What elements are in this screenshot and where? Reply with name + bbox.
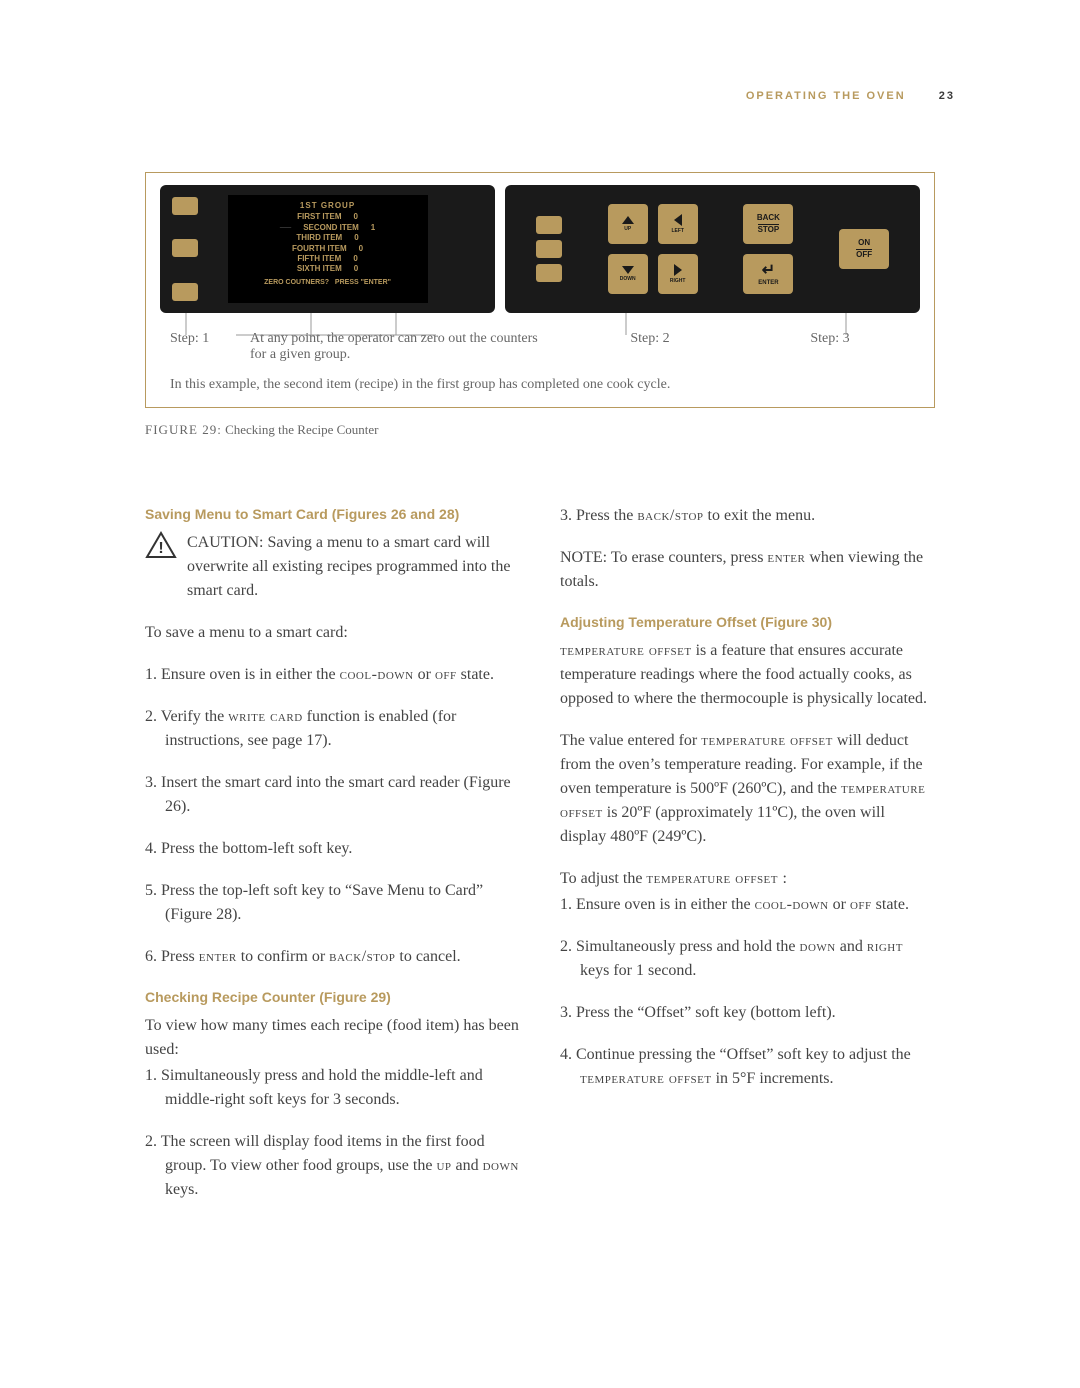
caution-text: CAUTION: Saving a menu to a smart card w… xyxy=(187,531,520,603)
step-labels-row: Step: 1 At any point, the operator can z… xyxy=(160,331,920,363)
caution-icon: ! xyxy=(145,531,177,559)
offset-para-1: temperature offset is a feature that ens… xyxy=(560,639,935,711)
running-header: OPERATING THE OVEN 23 xyxy=(746,90,955,102)
counter-step-1: 1. Simultaneously press and hold the mid… xyxy=(145,1064,520,1112)
softkey-middle-left[interactable] xyxy=(172,239,198,257)
save-step-3: 3. Insert the smart card into the smart … xyxy=(145,771,520,819)
softkey-middle-right[interactable] xyxy=(536,240,562,258)
save-step-6: 6. Press enter to confirm or back/stop t… xyxy=(145,945,520,969)
offset-intro: To adjust the temperature offset : xyxy=(560,867,935,891)
lcd-item-val: 1 xyxy=(371,223,375,233)
step-note: At any point, the operator can zero out … xyxy=(250,331,560,363)
on-off-button[interactable]: ON OFF xyxy=(839,229,889,269)
offset-step-2: 2. Simultaneously press and hold the dow… xyxy=(560,935,935,983)
up-button[interactable]: UP xyxy=(608,204,648,244)
lcd-footer-right: PRESS "ENTER" xyxy=(335,279,391,286)
figure-caption: FIGURE 29: Checking the Recipe Counter xyxy=(145,422,379,438)
enter-button[interactable]: ↵ ENTER xyxy=(743,254,793,294)
figure-caption-text: Checking the Recipe Counter xyxy=(222,422,379,437)
heading-saving-menu: Saving Menu to Smart Card (Figures 26 an… xyxy=(145,504,520,525)
figure-29-box: 1ST GROUP FIRST ITEM0 ──SECOND ITEM1 THI… xyxy=(145,172,935,408)
lcd-item-val: 0 xyxy=(359,244,363,254)
lcd-footer-left: ZERO COUTNERS? xyxy=(264,279,329,286)
lcd-item-val: 0 xyxy=(354,212,358,222)
lcd-item-name: FIRST ITEM xyxy=(297,212,341,222)
step-3-label: Step: 3 xyxy=(740,331,920,363)
oven-lcd-panel: 1ST GROUP FIRST ITEM0 ──SECOND ITEM1 THI… xyxy=(160,185,495,313)
step-1-label: Step: 1 xyxy=(160,331,250,363)
counter-intro: To view how many times each recipe (food… xyxy=(145,1014,520,1062)
lcd-item-name: SIXTH ITEM xyxy=(297,264,342,274)
softkey-bottom-left[interactable] xyxy=(172,283,198,301)
counter-step-3: 3. Press the back/stop to exit the menu. xyxy=(560,504,935,528)
figure-caption-label: FIGURE 29: xyxy=(145,422,222,437)
enter-icon: ↵ xyxy=(762,262,775,280)
figure-example-text: In this example, the second item (recipe… xyxy=(160,377,920,393)
counter-step-2: 2. The screen will display food items in… xyxy=(145,1130,520,1202)
erase-note: NOTE: To erase counters, press enter whe… xyxy=(560,546,935,594)
save-intro: To save a menu to a smart card: xyxy=(145,621,520,645)
lcd-screen: 1ST GROUP FIRST ITEM0 ──SECOND ITEM1 THI… xyxy=(228,195,428,303)
offset-step-1: 1. Ensure oven is in either the cool-dow… xyxy=(560,893,935,917)
lcd-item-name: THIRD ITEM xyxy=(296,233,342,243)
softkey-bottom-right[interactable] xyxy=(536,264,562,282)
oven-control-panel: UP LEFT DOWN RIGHT BACK STOP ↵ ENTER xyxy=(505,185,920,313)
lcd-item-name: FOURTH ITEM xyxy=(292,244,347,254)
save-step-2: 2. Verify the write card function is ena… xyxy=(145,705,520,753)
save-step-4: 4. Press the bottom-left soft key. xyxy=(145,837,520,861)
heading-checking-counter: Checking Recipe Counter (Figure 29) xyxy=(145,987,520,1008)
lcd-item-name: SECOND ITEM xyxy=(303,223,359,233)
save-step-1: 1. Ensure oven is in either the cool-dow… xyxy=(145,663,520,687)
lcd-item-val: 0 xyxy=(354,264,358,274)
offset-step-3: 3. Press the “Offset” soft key (bottom l… xyxy=(560,1001,935,1025)
svg-text:!: ! xyxy=(158,540,163,557)
lcd-group-title: 1ST GROUP xyxy=(238,201,418,211)
left-column: Saving Menu to Smart Card (Figures 26 an… xyxy=(145,504,520,1220)
lcd-item-name: FIFTH ITEM xyxy=(297,254,341,264)
offset-step-4: 4. Continue pressing the “Offset” soft k… xyxy=(560,1043,935,1091)
lcd-item-val: 0 xyxy=(354,233,358,243)
step-2-label: Step: 2 xyxy=(560,331,740,363)
right-column: 3. Press the back/stop to exit the menu.… xyxy=(560,504,935,1220)
save-step-5: 5. Press the top-left soft key to “Save … xyxy=(145,879,520,927)
softkey-top-right[interactable] xyxy=(536,216,562,234)
lcd-item-val: 0 xyxy=(353,254,357,264)
right-button[interactable]: RIGHT xyxy=(658,254,698,294)
section-title: OPERATING THE OVEN xyxy=(746,90,906,102)
softkey-top-left[interactable] xyxy=(172,197,198,215)
down-button[interactable]: DOWN xyxy=(608,254,648,294)
heading-temp-offset: Adjusting Temperature Offset (Figure 30) xyxy=(560,612,935,633)
offset-para-2: The value entered for temperature offset… xyxy=(560,729,935,849)
back-stop-button[interactable]: BACK STOP xyxy=(743,204,793,244)
left-button[interactable]: LEFT xyxy=(658,204,698,244)
page-number: 23 xyxy=(939,90,955,102)
